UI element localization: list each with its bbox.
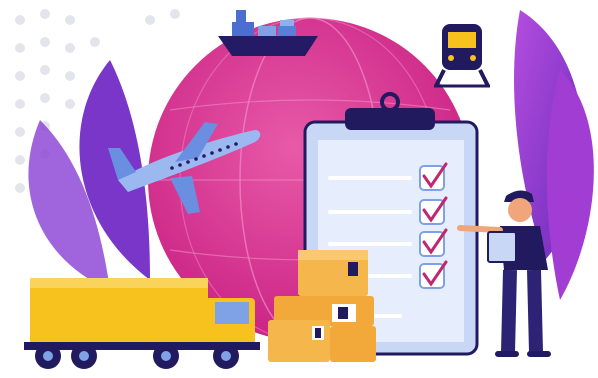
leaf-right-front-shape [546,70,594,300]
train-icon [434,24,490,88]
logistics-illustration [0,0,598,378]
illustration-canvas [15,9,594,369]
